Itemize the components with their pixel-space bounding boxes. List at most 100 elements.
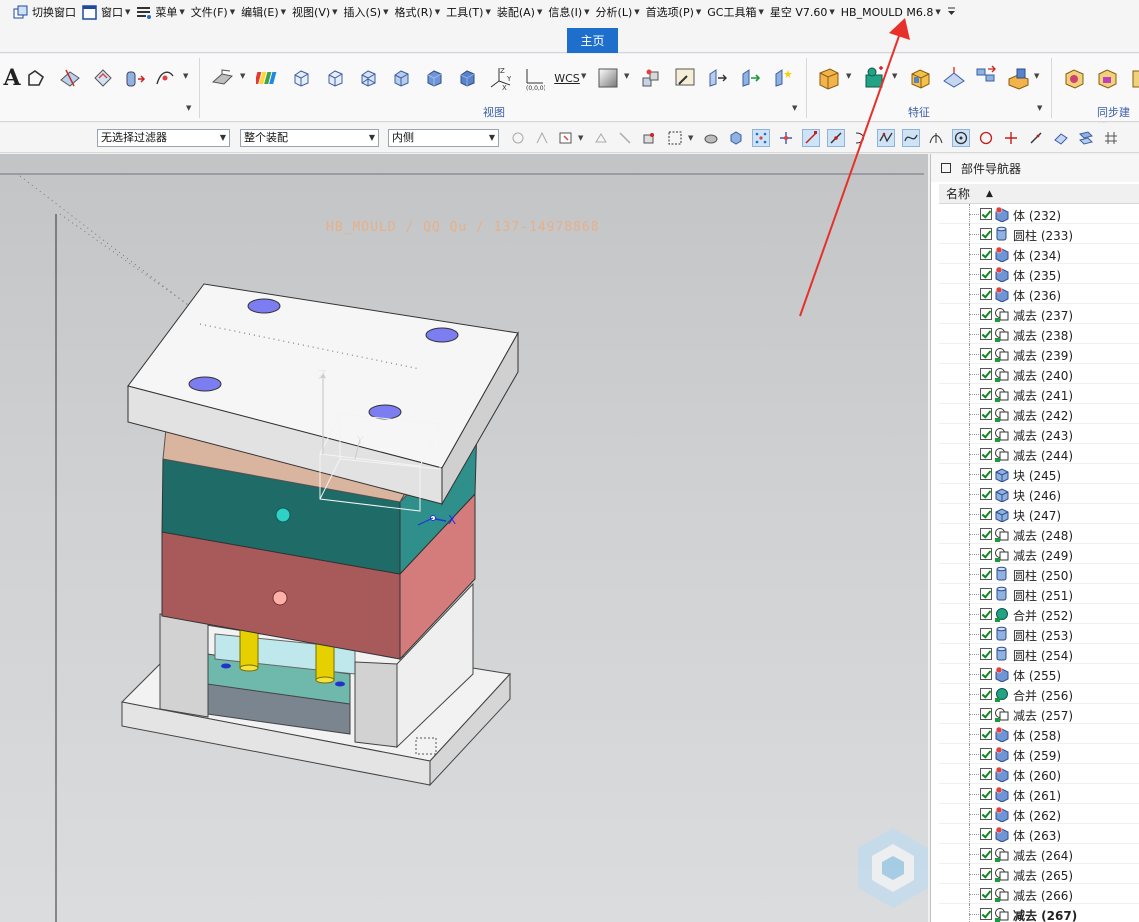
navigator-row[interactable]: 减去 (264) (939, 844, 1139, 864)
visibility-checkbox[interactable] (980, 248, 992, 260)
visibility-checkbox[interactable] (980, 308, 992, 320)
navigator-row[interactable]: 块 (246) (939, 484, 1139, 504)
navigator-checkbox-icon[interactable] (941, 163, 951, 173)
visibility-checkbox[interactable] (980, 788, 992, 800)
snap-control-point-icon[interactable] (852, 129, 870, 147)
visibility-checkbox[interactable] (980, 888, 992, 900)
axis-triad-icon[interactable]: ZYX (487, 66, 511, 91)
select-edge-disabled-icon[interactable] (616, 129, 634, 147)
navigator-row[interactable]: 减去 (265) (939, 864, 1139, 884)
navigator-row[interactable]: 减去 (239) (939, 344, 1139, 364)
navigator-row[interactable]: 圆柱 (250) (939, 564, 1139, 584)
visibility-checkbox[interactable] (980, 528, 992, 540)
visibility-checkbox[interactable] (980, 568, 992, 580)
menu-item-4[interactable]: 编辑(E) ▼ (238, 1, 289, 23)
assembly-parts-icon[interactable] (639, 66, 663, 90)
cube-front-icon[interactable] (323, 66, 347, 90)
chevron-down-icon[interactable]: ▼ (1034, 72, 1039, 80)
navigator-row[interactable]: 减去 (267) (939, 904, 1139, 922)
navigator-row[interactable]: 体 (255) (939, 664, 1139, 684)
select-feature-icon[interactable] (640, 129, 658, 147)
snap-center-move-icon[interactable] (777, 129, 795, 147)
navigator-row[interactable]: 体 (235) (939, 264, 1139, 284)
chevron-down-icon[interactable]: ▼ (183, 72, 188, 80)
visibility-checkbox[interactable] (980, 628, 992, 640)
menu-item-1[interactable]: 窗口 ▼ (79, 1, 133, 23)
visibility-checkbox[interactable] (980, 408, 992, 420)
wcs-button[interactable]: WCS (553, 66, 581, 90)
visibility-checkbox[interactable] (980, 668, 992, 680)
select-component-icon[interactable] (727, 129, 745, 147)
chevron-down-icon[interactable]: ▼ (624, 72, 629, 80)
chevron-down-icon[interactable]: ▼ (892, 72, 897, 80)
draft-feature-icon[interactable] (941, 66, 965, 90)
navigator-row[interactable]: 减去 (248) (939, 524, 1139, 544)
navigator-row[interactable]: 减去 (243) (939, 424, 1139, 444)
side-filter-select[interactable]: 内侧 ▼ (388, 129, 499, 147)
plane-icon[interactable] (58, 66, 82, 90)
navigator-row[interactable]: 减去 (257) (939, 704, 1139, 724)
scope-filter-select[interactable]: 整个装配 ▼ (240, 129, 379, 147)
visibility-checkbox[interactable] (980, 468, 992, 480)
snap-grid-lines-icon[interactable] (1102, 129, 1120, 147)
navigator-row[interactable]: 减去 (241) (939, 384, 1139, 404)
menu-item-6[interactable]: 插入(S) ▼ (341, 1, 392, 23)
visibility-checkbox[interactable] (980, 908, 992, 920)
chevron-down-icon[interactable]: ▼ (688, 134, 693, 142)
menu-item-12[interactable]: 首选项(P) ▼ (643, 1, 705, 23)
sync-move-face-icon[interactable] (1062, 66, 1086, 90)
cube-section-icon[interactable] (389, 66, 413, 90)
visibility-checkbox[interactable] (980, 488, 992, 500)
navigator-row[interactable]: 块 (245) (939, 464, 1139, 484)
menu-item-7[interactable]: 格式(R) ▼ (392, 1, 444, 23)
menu-item-10[interactable]: 信息(I) ▼ (545, 1, 592, 23)
extrude-feature-icon[interactable] (816, 66, 840, 90)
navigator-row[interactable]: 体 (263) (939, 824, 1139, 844)
navigator-row[interactable]: 体 (234) (939, 244, 1139, 264)
chevron-down-icon[interactable]: ▼ (186, 104, 191, 112)
block-copy-icon[interactable] (739, 66, 763, 90)
visibility-checkbox[interactable] (980, 808, 992, 820)
unite-feature-icon[interactable] (1006, 66, 1030, 90)
visibility-checkbox[interactable] (980, 388, 992, 400)
menu-item-0[interactable]: 切换窗口 (10, 1, 79, 23)
visibility-checkbox[interactable] (980, 348, 992, 360)
visibility-checkbox[interactable] (980, 228, 992, 240)
visibility-checkbox[interactable] (980, 608, 992, 620)
visibility-checkbox[interactable] (980, 448, 992, 460)
text-tool-icon[interactable]: A (0, 65, 24, 91)
visibility-checkbox[interactable] (980, 648, 992, 660)
curve-edit-icon[interactable] (153, 66, 177, 90)
snap-quadrant-icon[interactable] (977, 129, 995, 147)
cube-transparent-icon[interactable] (356, 66, 380, 90)
snap-end-point-icon[interactable] (802, 129, 820, 147)
navigator-row[interactable]: 减去 (237) (939, 304, 1139, 324)
cube-solid-icon[interactable] (455, 66, 479, 90)
sheet-metal-icon[interactable] (210, 66, 234, 90)
menu-item-2[interactable]: 菜单 ▼ (133, 1, 187, 23)
select-solid-icon[interactable] (702, 129, 720, 147)
cylinder-move-icon[interactable] (123, 66, 147, 90)
drawing-wrench-icon[interactable] (673, 66, 697, 90)
navigator-row[interactable]: 块 (247) (939, 504, 1139, 524)
graphics-viewport[interactable]: HB_MOULD / QQ Qu / 137-14978868 Z Y X (0, 154, 928, 922)
visibility-checkbox[interactable] (980, 588, 992, 600)
snap-on-face-icon[interactable] (1052, 129, 1070, 147)
cube-wire-icon[interactable] (289, 66, 313, 90)
extrude-plane-icon[interactable] (91, 66, 115, 90)
navigator-row[interactable]: 体 (232) (939, 204, 1139, 224)
cube-shaded-icon[interactable] (422, 66, 446, 90)
navigator-row[interactable]: 圆柱 (253) (939, 624, 1139, 644)
background-gradient-icon[interactable] (596, 66, 620, 90)
snap-on-curve-icon[interactable] (1027, 129, 1045, 147)
snap-existing-point-icon[interactable] (1002, 129, 1020, 147)
overflow-chevron-icon[interactable] (944, 1, 959, 23)
select-body-icon[interactable] (557, 129, 575, 147)
chevron-down-icon[interactable]: ▼ (240, 72, 245, 80)
navigator-row[interactable]: 体 (258) (939, 724, 1139, 744)
visibility-checkbox[interactable] (980, 828, 992, 840)
visibility-checkbox[interactable] (980, 748, 992, 760)
hole-feature-icon[interactable] (862, 66, 886, 90)
navigator-row[interactable]: 圆柱 (233) (939, 224, 1139, 244)
snap-point-disabled-icon[interactable] (533, 129, 551, 147)
